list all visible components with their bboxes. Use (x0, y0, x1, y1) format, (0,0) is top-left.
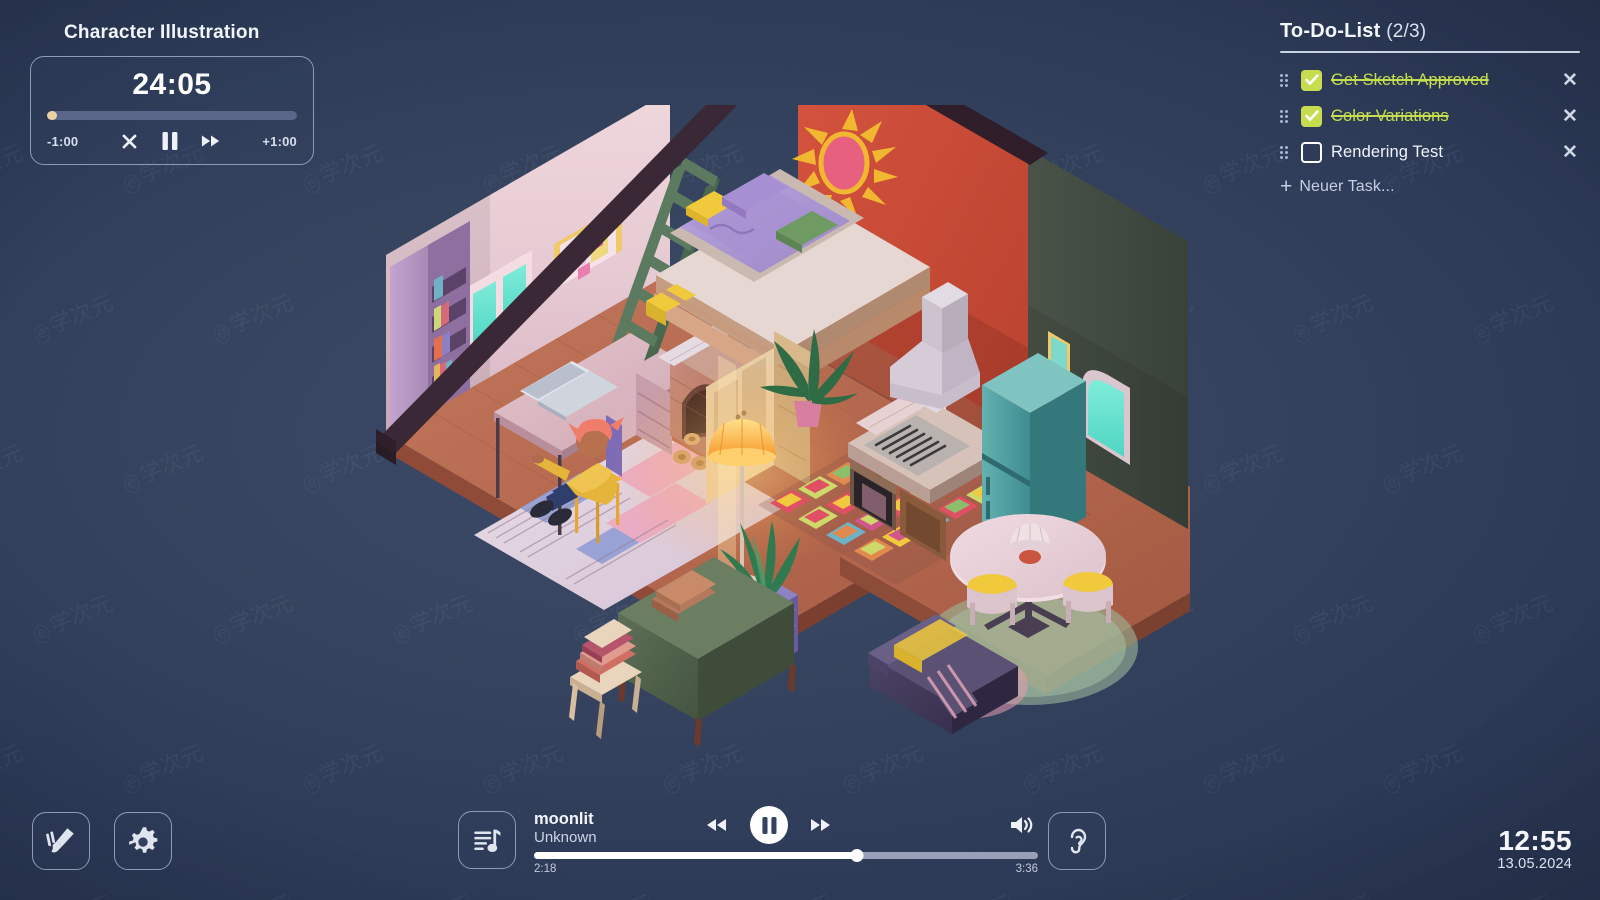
close-icon (122, 134, 137, 148)
todo-item-label: Get Sketch Approved (1331, 70, 1489, 89)
todo-checkbox[interactable] (1301, 105, 1322, 127)
seek-knob[interactable] (850, 849, 864, 862)
play-pause-button[interactable] (750, 806, 788, 844)
paintbrush-icon (46, 828, 74, 853)
todo-delete-button[interactable]: ✕ (1560, 141, 1580, 164)
clock-widget: 12:55 13.05.2024 (1497, 824, 1572, 872)
drag-handle-icon[interactable] (1280, 73, 1292, 87)
seek-row: 2:18 3:36 (534, 849, 1038, 875)
pause-icon (162, 132, 178, 150)
fast-forward-icon (811, 819, 830, 831)
timer-increase-button[interactable]: +1:00 (262, 134, 297, 149)
clock-date: 13.05.2024 (1497, 856, 1572, 872)
previous-track-button[interactable] (706, 817, 728, 833)
timer-progress-fill (47, 111, 57, 120)
todo-count: (2/3) (1386, 21, 1427, 42)
next-track-button[interactable] (810, 817, 832, 833)
add-task-button[interactable]: + Neuer Task... (1280, 176, 1580, 197)
timer-card: 24:05 -1:00 +1:00 (30, 56, 314, 165)
playlist-music-icon (474, 829, 501, 853)
tool-buttons (32, 812, 172, 870)
plus-icon: + (1280, 175, 1293, 198)
ear-icon (1070, 828, 1087, 854)
elapsed-time: 2:18 (534, 863, 557, 875)
todo-panel: To-Do-List (2/3) Get Sketch Approved ✕ Col… (1280, 20, 1580, 197)
pomodoro-task-title: Character Illustration (64, 22, 260, 43)
timer-reset-button[interactable] (120, 132, 139, 151)
timer-skip-button[interactable] (201, 133, 221, 149)
music-player: moonlit Unknown 2:18 3:36 (458, 806, 1038, 875)
timer-decrease-button[interactable]: -1:00 (47, 134, 78, 149)
todo-item: Get Sketch Approved ✕ (1280, 62, 1580, 98)
rewind-icon (707, 819, 726, 831)
ambient-sound-button[interactable] (1048, 812, 1106, 870)
todo-checkbox[interactable] (1301, 69, 1322, 91)
seek-bar[interactable] (534, 849, 1038, 862)
todo-delete-button[interactable]: ✕ (1560, 105, 1580, 128)
clock-time: 12:55 (1498, 824, 1572, 856)
total-duration: 3:36 (1015, 863, 1038, 875)
timer-pause-button[interactable] (161, 131, 179, 151)
volume-button[interactable] (1008, 813, 1036, 842)
drag-handle-icon[interactable] (1280, 109, 1292, 123)
check-icon (1304, 74, 1319, 85)
todo-item: Color Variations ✕ (1280, 98, 1580, 134)
todo-item-label: Color Variations (1331, 106, 1449, 125)
todo-delete-button[interactable]: ✕ (1560, 69, 1580, 92)
todo-divider (1280, 51, 1580, 53)
volume-high-icon (1011, 817, 1033, 833)
todo-header: To-Do-List (2/3) (1280, 20, 1580, 51)
gear-icon (129, 827, 158, 853)
check-icon (1304, 110, 1319, 121)
player-body: moonlit Unknown 2:18 3:36 (534, 806, 1038, 875)
timer-remaining-time: 24:05 (132, 68, 212, 101)
todo-title: To-Do-List (1280, 20, 1381, 42)
todo-checkbox[interactable] (1301, 141, 1322, 163)
drag-handle-icon[interactable] (1280, 145, 1292, 159)
todo-item: Rendering Test ✕ (1280, 134, 1580, 170)
add-task-label: Neuer Task... (1299, 177, 1395, 195)
fast-forward-icon (201, 135, 220, 147)
playlist-button[interactable] (458, 811, 516, 869)
timer-progress-track[interactable] (47, 111, 297, 120)
brush-tool-button[interactable] (32, 812, 90, 870)
timer-controls: -1:00 +1:00 (47, 131, 297, 151)
pause-icon (761, 816, 776, 834)
pomodoro-panel: Character Illustration 24:05 -1:00 +1:00 (30, 22, 314, 165)
todo-item-list: Get Sketch Approved ✕ Color Variations ✕ Ren… (1280, 62, 1580, 170)
todo-item-label: Rendering Test (1331, 142, 1444, 161)
seek-times: 2:18 3:36 (534, 863, 1038, 875)
seek-fill (534, 852, 857, 859)
settings-button[interactable] (114, 812, 172, 870)
playback-controls (706, 806, 832, 844)
